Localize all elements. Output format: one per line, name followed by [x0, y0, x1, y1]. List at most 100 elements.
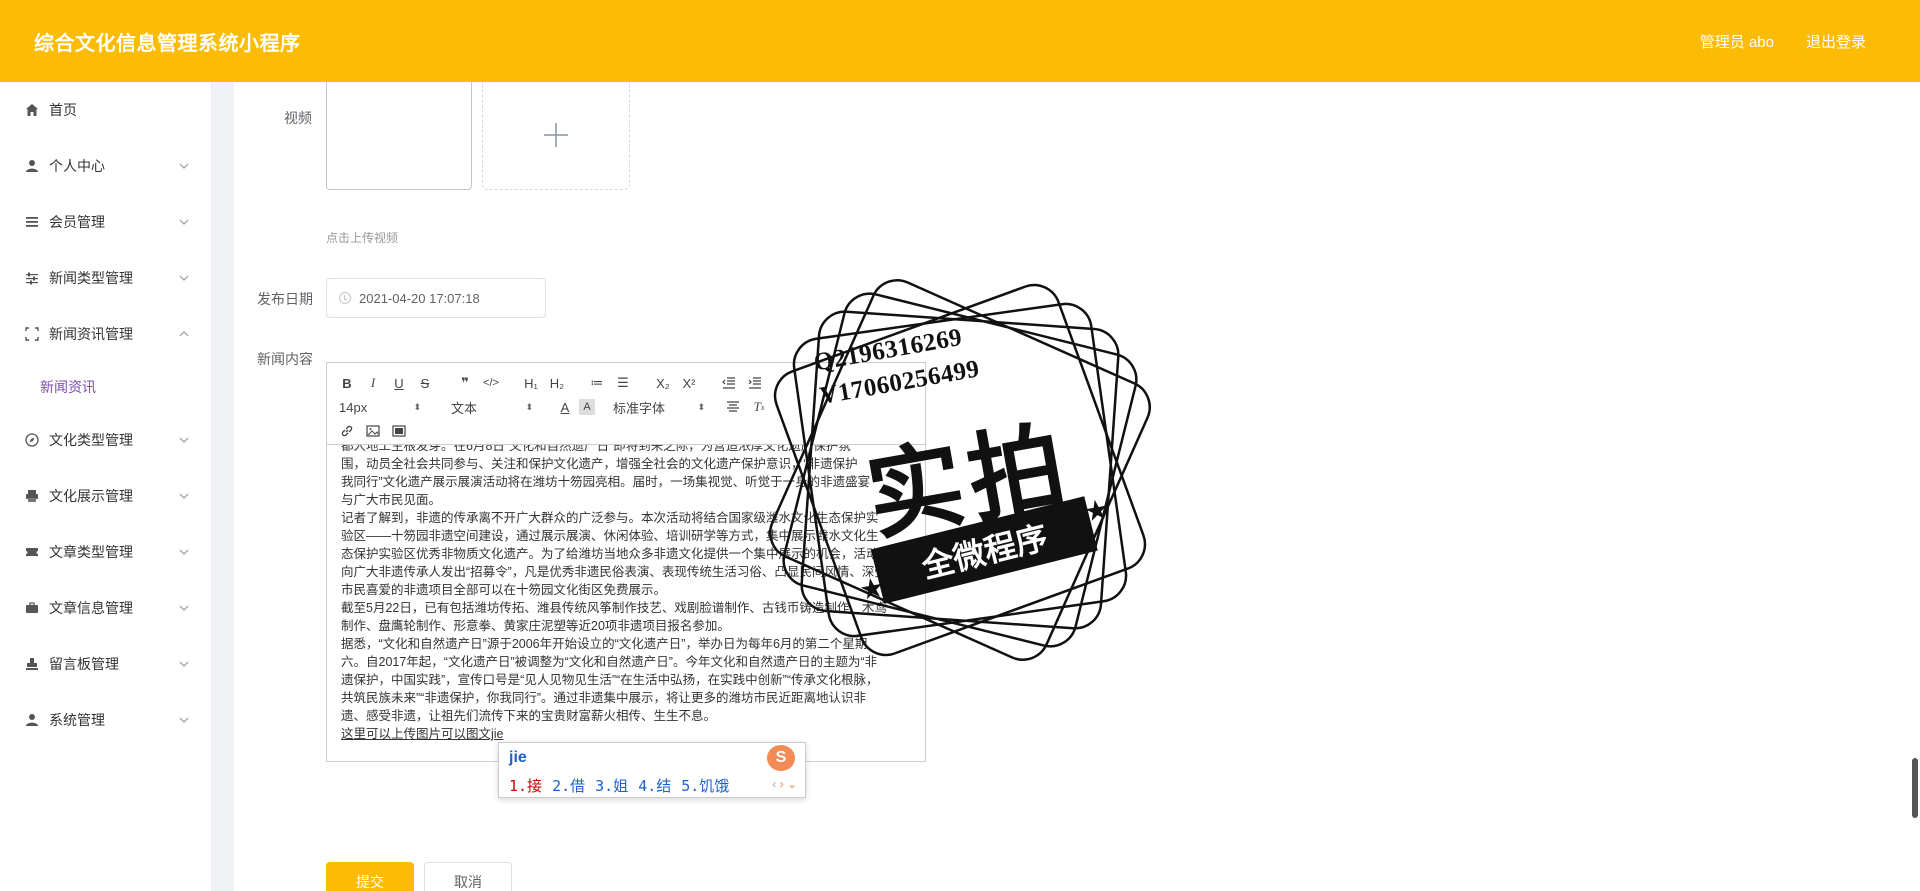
content-paragraph: 制作、盘鹰轮制作、形意拳、黄家庄泥塑等近20项非遗项目报名参加。 [341, 619, 730, 633]
outdent-icon[interactable] [717, 372, 741, 394]
subscript-button[interactable]: X₂ [651, 372, 675, 394]
user-icon [24, 158, 40, 174]
sidebar-item-label: 新闻类型管理 [49, 270, 133, 286]
video-label: 视频 [284, 110, 312, 126]
bullet-list-button[interactable]: ☰ [611, 372, 635, 394]
content-paragraph: 遗、感受非遗，让祖先们流传下来的宝贵财富薪火相传、生生不息。 [341, 709, 717, 723]
chevron-down-icon [179, 712, 191, 724]
sidebar-item-article-info[interactable]: 文章信息管理 [0, 580, 211, 636]
toolbar-row-3 [335, 419, 917, 443]
strike-button[interactable]: S [413, 372, 437, 394]
rich-text-editor[interactable]: B I U S ❞ </> H₁ H₂ ≔ ☰ X₂ X² 14px ⬍ 文本 … [326, 362, 926, 762]
content-paragraph: 我同行”文化遗产展示展演活动将在潍坊十笏园亮相。届时，一场集视觉、听觉于一身的非… [341, 475, 871, 489]
header-2-button[interactable]: H₂ [545, 372, 569, 394]
indent-icon[interactable] [743, 372, 767, 394]
sidebar-item-personal[interactable]: 个人中心 [0, 138, 211, 194]
ime-candidate-window: jie S 1.接 2.借 3.姐 4.结 5.饥饿 ‹ › ⌄ [498, 742, 806, 798]
sidebar-item-members[interactable]: 会员管理 [0, 194, 211, 250]
text-type-select[interactable]: 文本 ⬍ [447, 396, 537, 418]
ime-candidate[interactable]: 3.姐 [595, 775, 628, 796]
content-paragraph: 遗保护，中国实践”，宣传口号是“见人见物见生活”“在生活中弘扬，在实践中创新”“… [341, 673, 879, 687]
sidebar-item-label: 会员管理 [49, 214, 105, 230]
sidebar-item-label: 留言板管理 [49, 656, 119, 672]
sidebar-item-news-info[interactable]: 新闻资讯管理 [0, 306, 211, 362]
publish-date-value: 2021-04-20 17:07:18 [359, 290, 480, 306]
align-icon[interactable] [721, 396, 745, 418]
clear-format-icon[interactable]: Tx [747, 396, 771, 418]
video-icon[interactable] [387, 420, 411, 442]
sidebar-item-label: 首页 [49, 102, 77, 118]
sidebar-item-label: 文化展示管理 [49, 488, 133, 504]
font-family-value: 标准字体 [613, 400, 666, 416]
app-title: 综合文化信息管理系统小程序 [34, 32, 301, 55]
ime-candidate[interactable]: 4.结 [638, 775, 671, 796]
compass-icon [24, 432, 40, 448]
ticket-icon [24, 544, 40, 560]
image-icon[interactable] [361, 420, 385, 442]
ordered-list-button[interactable]: ≔ [585, 372, 609, 394]
superscript-button[interactable]: X² [677, 372, 701, 394]
logout-link[interactable]: 退出登录 [1806, 31, 1866, 52]
video-upload-hint: 点击上传视频 [326, 231, 399, 245]
editor-content[interactable]: 都人地工生根发芽。在6月8日“文化和自然遗产日”即将到来之际，为营造浓厚文化遗产… [327, 445, 925, 761]
font-size-select[interactable]: 14px ⬍ [335, 396, 425, 418]
sidebar-item-article-types[interactable]: 文章类型管理 [0, 524, 211, 580]
content-paragraph: 向广大非遗传承人发出“招募令”，凡是优秀非遗民俗表演、表现传统生活习俗、凸显民间… [341, 565, 887, 579]
font-family-select[interactable]: 标准字体 ⬍ [609, 396, 709, 418]
blockquote-button[interactable]: ❞ [453, 372, 477, 394]
content-paragraph: 与广大市民见面。 [341, 493, 442, 507]
editor-toolbar: B I U S ❞ </> H₁ H₂ ≔ ☰ X₂ X² 14px ⬍ 文本 … [327, 363, 925, 445]
admin-user-label[interactable]: 管理员 abo [1700, 31, 1774, 52]
sidebar: 首页 个人中心 会员管理 新闻类型管理 新闻资讯管理 新闻资讯 文化类型管理 文… [0, 82, 212, 891]
content-paragraph: 六。自2017年起，“文化遗产日”被调整为“文化和自然遗产日”。今年文化和自然遗… [341, 655, 878, 669]
content-paragraph: 围，动员全社会共同参与、关注和保护文化遗产，增强全社会的文化遗产保护意识，“非遗… [341, 457, 858, 471]
sidebar-item-message-board[interactable]: 留言板管理 [0, 636, 211, 692]
ime-composition: jie [509, 749, 527, 766]
sidebar-subitem-news[interactable]: 新闻资讯 [0, 362, 211, 412]
content-paragraph: 都人地工生根发芽。在6月8日“文化和自然遗产日”即将到来之际，为营造浓厚文化遗产… [341, 445, 851, 453]
briefcase-icon [24, 600, 40, 616]
sidebar-item-label: 系统管理 [49, 712, 105, 728]
bold-button[interactable]: B [335, 372, 359, 394]
sidebar-item-label: 文章信息管理 [49, 600, 133, 616]
sidebar-item-home[interactable]: 首页 [0, 82, 211, 138]
news-content-label: 新闻内容 [257, 351, 313, 367]
link-icon[interactable] [335, 420, 359, 442]
chevron-down-icon [179, 544, 191, 556]
submit-button[interactable]: 提交 [326, 862, 414, 891]
editor-text-body: 都人地工生根发芽。在6月8日“文化和自然遗产日”即将到来之际，为营造浓厚文化遗产… [341, 445, 911, 743]
content-paragraph: 据悉，“文化和自然遗产日”源于2006年开始设立的“文化遗产日”，举办日为每年6… [341, 637, 868, 651]
sidebar-item-culture-types[interactable]: 文化类型管理 [0, 412, 211, 468]
video-preview [326, 82, 472, 190]
top-header: 综合文化信息管理系统小程序 管理员 abo 退出登录 [0, 0, 1920, 82]
sidebar-item-culture-display[interactable]: 文化展示管理 [0, 468, 211, 524]
video-upload-button[interactable] [482, 82, 630, 190]
code-block-button[interactable]: </> [479, 372, 503, 394]
font-color-icon[interactable]: A [553, 396, 577, 418]
select-caret-icon: ⬍ [697, 401, 705, 412]
underline-button[interactable]: U [387, 372, 411, 394]
italic-button[interactable]: I [361, 372, 385, 394]
sidebar-item-label: 个人中心 [49, 158, 105, 174]
ime-candidate[interactable]: 1.接 [509, 775, 542, 796]
chevron-up-icon [179, 326, 191, 338]
content-paragraph: 共筑民族未来”“非遗保护，你我同行”。通过非遗集中展示，将让更多的潍坊市民近距离… [341, 691, 866, 705]
chevron-down-icon [179, 600, 191, 612]
sliders-icon [24, 270, 40, 286]
sidebar-item-news-types[interactable]: 新闻类型管理 [0, 250, 211, 306]
sogou-logo-icon: S [767, 745, 795, 771]
cancel-button[interactable]: 取消 [424, 862, 512, 891]
font-size-value: 14px [339, 399, 368, 415]
ime-candidate[interactable]: 5.饥饿 [681, 775, 729, 796]
content-paragraph: 这里可以上传图片可以图文jie [341, 727, 504, 741]
chevron-down-icon [179, 432, 191, 444]
ime-candidate[interactable]: 2.借 [552, 775, 585, 796]
background-color-icon[interactable]: A [579, 399, 595, 415]
header-1-button[interactable]: H₁ [519, 372, 543, 394]
sidebar-item-system[interactable]: 系统管理 [0, 692, 211, 748]
publish-date-input[interactable]: 2021-04-20 17:07:18 [326, 278, 546, 318]
content-paragraph: 态保护实验区优秀非物质文化遗产。为了给潍坊当地众多非遗文化提供一个集中展示的机会… [341, 547, 879, 561]
page-scrollbar[interactable] [1912, 758, 1918, 818]
printer-icon [24, 488, 40, 504]
ime-page-arrows-icon[interactable]: ‹ › ⌄ [772, 777, 797, 791]
